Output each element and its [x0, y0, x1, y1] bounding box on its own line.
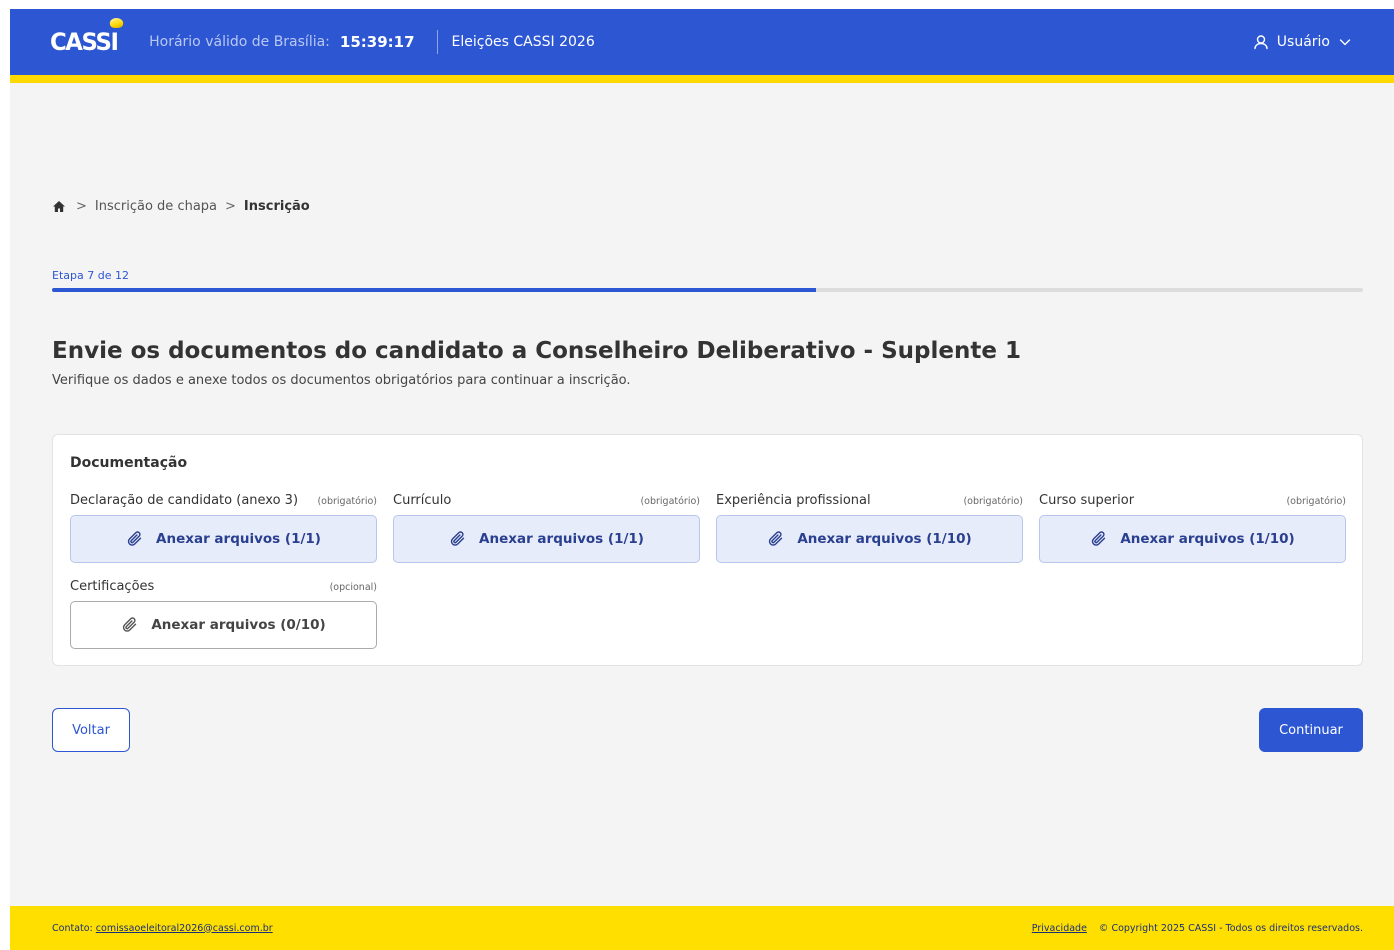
breadcrumb-item-inscricao-de-chapa[interactable]: Inscrição de chapa	[95, 199, 217, 214]
copyright-text: © Copyright 2025 CASSI - Todos os direit…	[1098, 922, 1363, 934]
attach-button-curriculo[interactable]: Anexar arquivos (1/1)	[393, 515, 700, 563]
document-field-certificacoes: Certificações (opcional) Anexar arquivos…	[70, 579, 377, 649]
main-content: > Inscrição de chapa > Inscrição Etapa 7…	[10, 75, 1394, 906]
breadcrumb-separator: >	[76, 199, 87, 214]
logo-text: CASSI	[50, 28, 119, 56]
attach-button-curso-superior[interactable]: Anexar arquivos (1/10)	[1039, 515, 1346, 563]
top-header: CASSI Horário válido de Brasília: 15:39:…	[10, 9, 1394, 83]
document-field-declaracao: Declaração de candidato (anexo 3) (obrig…	[70, 493, 377, 563]
attach-button-label: Anexar arquivos (0/10)	[151, 617, 326, 633]
step-label: Etapa 7 de 12	[52, 269, 129, 282]
document-requirement: (obrigatório)	[963, 496, 1023, 507]
document-requirement: (obrigatório)	[317, 496, 377, 507]
documents-section-title: Documentação	[70, 455, 188, 471]
time-label: Horário válido de Brasília:	[149, 34, 330, 50]
breadcrumb-current: Inscrição	[243, 199, 310, 214]
page-title: Envie os documentos do candidato a Conse…	[52, 338, 1021, 364]
privacy-link[interactable]: Privacidade	[1032, 923, 1087, 934]
documents-card: Documentação Declaração de candidato (an…	[52, 434, 1363, 666]
paperclip-icon	[127, 531, 142, 546]
progress-bar-fill	[52, 288, 817, 292]
document-field-curso-superior: Curso superior (obrigatório) Anexar arqu…	[1039, 493, 1346, 563]
footer: Contato: comissaoeleitoral2026@cassi.com…	[10, 906, 1394, 950]
progress-bar	[52, 288, 1363, 292]
document-requirement: (opcional)	[329, 582, 377, 593]
attach-button-label: Anexar arquivos (1/10)	[797, 531, 972, 547]
paperclip-icon	[123, 617, 137, 632]
attach-button-label: Anexar arquivos (1/1)	[479, 531, 644, 547]
breadcrumb: > Inscrição de chapa > Inscrição	[52, 199, 310, 214]
paperclip-icon	[769, 531, 783, 546]
user-menu-button[interactable]: Usuário	[1253, 34, 1352, 50]
cassi-logo[interactable]: CASSI	[50, 18, 124, 56]
home-icon[interactable]	[52, 200, 66, 213]
attach-button-certificacoes[interactable]: Anexar arquivos (0/10)	[70, 601, 377, 649]
breadcrumb-separator: >	[225, 199, 236, 214]
paperclip-icon	[450, 531, 465, 546]
user-icon	[1254, 35, 1268, 50]
document-name: Experiência profissional	[716, 493, 871, 508]
document-requirement: (obrigatório)	[1286, 496, 1346, 507]
attach-button-label: Anexar arquivos (1/10)	[1120, 531, 1295, 547]
contact-label: Contato:	[52, 922, 93, 934]
user-menu-label: Usuário	[1276, 34, 1330, 50]
page-subtitle: Verifique os dados e anexe todos os docu…	[52, 373, 631, 388]
document-field-curriculo: Currículo (obrigatório) Anexar arquivos …	[393, 493, 700, 563]
attach-button-experiencia[interactable]: Anexar arquivos (1/10)	[716, 515, 1023, 563]
document-requirement: (obrigatório)	[640, 496, 700, 507]
document-name: Curso superior	[1039, 493, 1135, 508]
document-name: Certificações	[70, 579, 155, 594]
time-value: 15:39:17	[339, 33, 415, 51]
back-button[interactable]: Voltar	[52, 708, 130, 752]
continue-button[interactable]: Continuar	[1259, 708, 1363, 752]
document-field-experiencia: Experiência profissional (obrigatório) A…	[716, 493, 1023, 563]
header-divider	[436, 30, 438, 54]
document-name: Currículo	[393, 493, 452, 508]
paperclip-icon	[1092, 531, 1106, 546]
logo-sun-icon	[109, 18, 124, 28]
chevron-down-icon	[1339, 39, 1351, 46]
contact-email-link[interactable]: comissaoeleitoral2026@cassi.com.br	[96, 923, 273, 934]
app-frame: CASSI Horário válido de Brasília: 15:39:…	[10, 9, 1394, 950]
document-name: Declaração de candidato (anexo 3)	[70, 493, 299, 508]
attach-button-declaracao[interactable]: Anexar arquivos (1/1)	[70, 515, 377, 563]
election-title: Eleições CASSI 2026	[451, 34, 595, 50]
attach-button-label: Anexar arquivos (1/1)	[156, 531, 321, 547]
